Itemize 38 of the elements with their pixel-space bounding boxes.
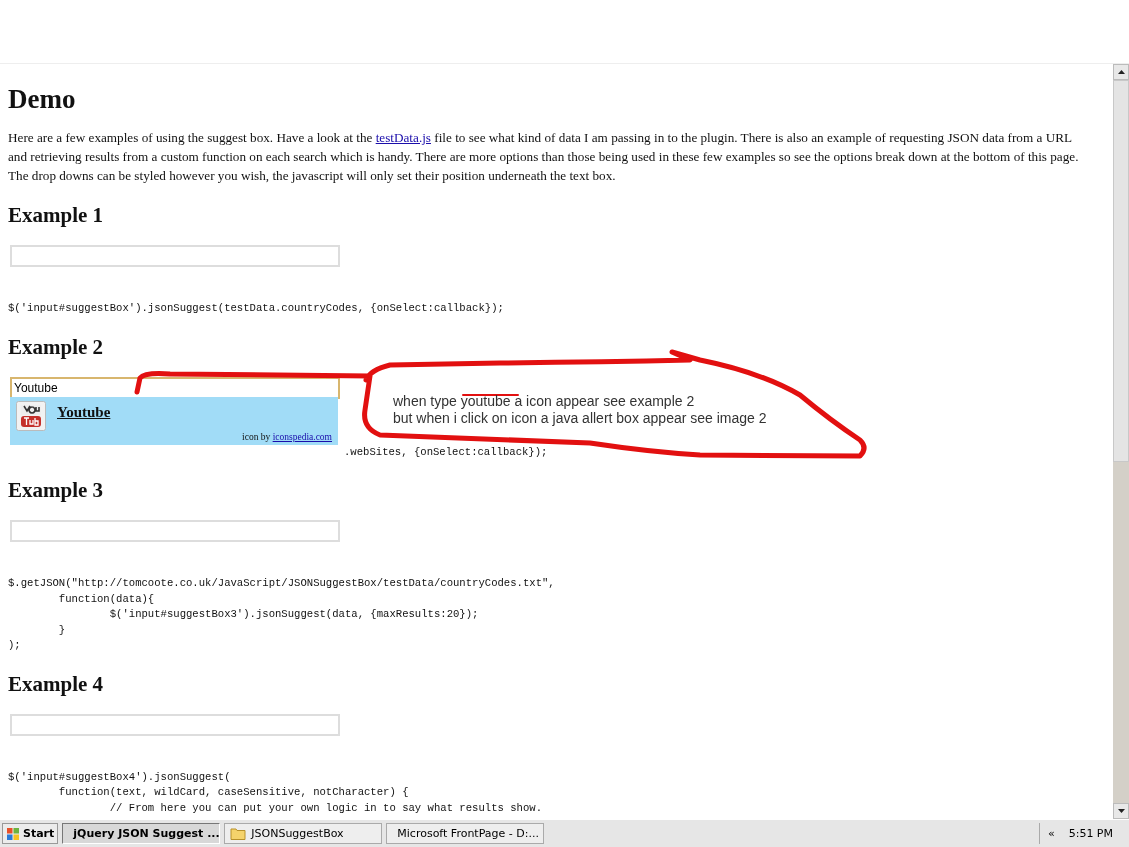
- page-heading: Demo: [8, 84, 77, 115]
- annotation-text: but when i click on icon a java allert box appear see image 2: [393, 410, 767, 427]
- suggest-field[interactable]: [10, 520, 340, 542]
- code-line: .webSites, {onSelect:callback});: [344, 444, 549, 460]
- code-line: $('input#suggestBox').jsonSuggest(testData.countryCodes, {onSelect:callback});: [8, 301, 505, 316]
- code-line: function(data){: [57, 591, 156, 607]
- example-heading: Example 4: [8, 671, 105, 697]
- code-line: );: [8, 638, 22, 653]
- code-line: function(text, wildCard, caseSensitive, notCharacter) {: [57, 785, 410, 800]
- example-heading: Example 3: [8, 478, 105, 503]
- scroll-up-icon: [1117, 70, 1125, 74]
- taskbar-button[interactable]: jQuery JSON Suggest ...: [62, 823, 221, 844]
- code-line: $.getJSON("http://tomcoote.co.uk/JavaScript/JSONSuggestBox/testData/countryCodes.txt",: [8, 576, 556, 591]
- taskbar-button[interactable]: Microsoft FrontPage - D:...: [386, 823, 545, 844]
- code-line: // From here you can put your own logic in to say what results show.: [108, 800, 543, 816]
- suggest-field[interactable]: [10, 245, 340, 267]
- example-heading: Example 1: [8, 203, 105, 228]
- code-line: }: [57, 622, 67, 638]
- code-line: $('input#suggestBox4').jsonSuggest(: [8, 769, 232, 785]
- folder-icon: [230, 827, 247, 840]
- scrollbar[interactable]: [1113, 64, 1129, 819]
- windows-flag-icon: [6, 826, 20, 841]
- start-button[interactable]: Start: [2, 823, 59, 844]
- testdata-link[interactable]: testData.js: [375, 130, 431, 145]
- example-heading: Example 2: [8, 334, 105, 360]
- credit-link[interactable]: iconspedia.com: [272, 431, 332, 442]
- video-site-icon: [16, 400, 46, 431]
- annotation-text: when type youtube a icon appear see example 2: [393, 393, 696, 410]
- suggest-field[interactable]: [10, 713, 340, 736]
- suggestion-link[interactable]: Youtube: [57, 403, 111, 421]
- taskbar-button[interactable]: JSONSuggestBox: [224, 823, 383, 844]
- clock: 5:51 PM: [1068, 827, 1113, 840]
- icon-credit: icon by: [242, 431, 272, 442]
- tray-expand-button[interactable]: «: [1047, 827, 1055, 840]
- scroll-down-icon: [1117, 809, 1125, 813]
- intro-paragraph: Here are a few examples of using the suggest box. Have a look at the testData.js file to see what kind of data I am passing in to the plugin. There is also an example of requesting JSON data from a URL and retrieving results from a custom function on each search which is handy. There are more options than those being used in these few examples so see the options break down at the bottom of this page. The drop downs can be styled however you wish, the javascript will only set their position underneath the text box.: [8, 129, 1080, 185]
- code-line: $('input#suggestBox3').jsonSuggest(data, {maxResults:20});: [108, 607, 480, 622]
- suggest-field[interactable]: Youtube: [10, 376, 340, 399]
